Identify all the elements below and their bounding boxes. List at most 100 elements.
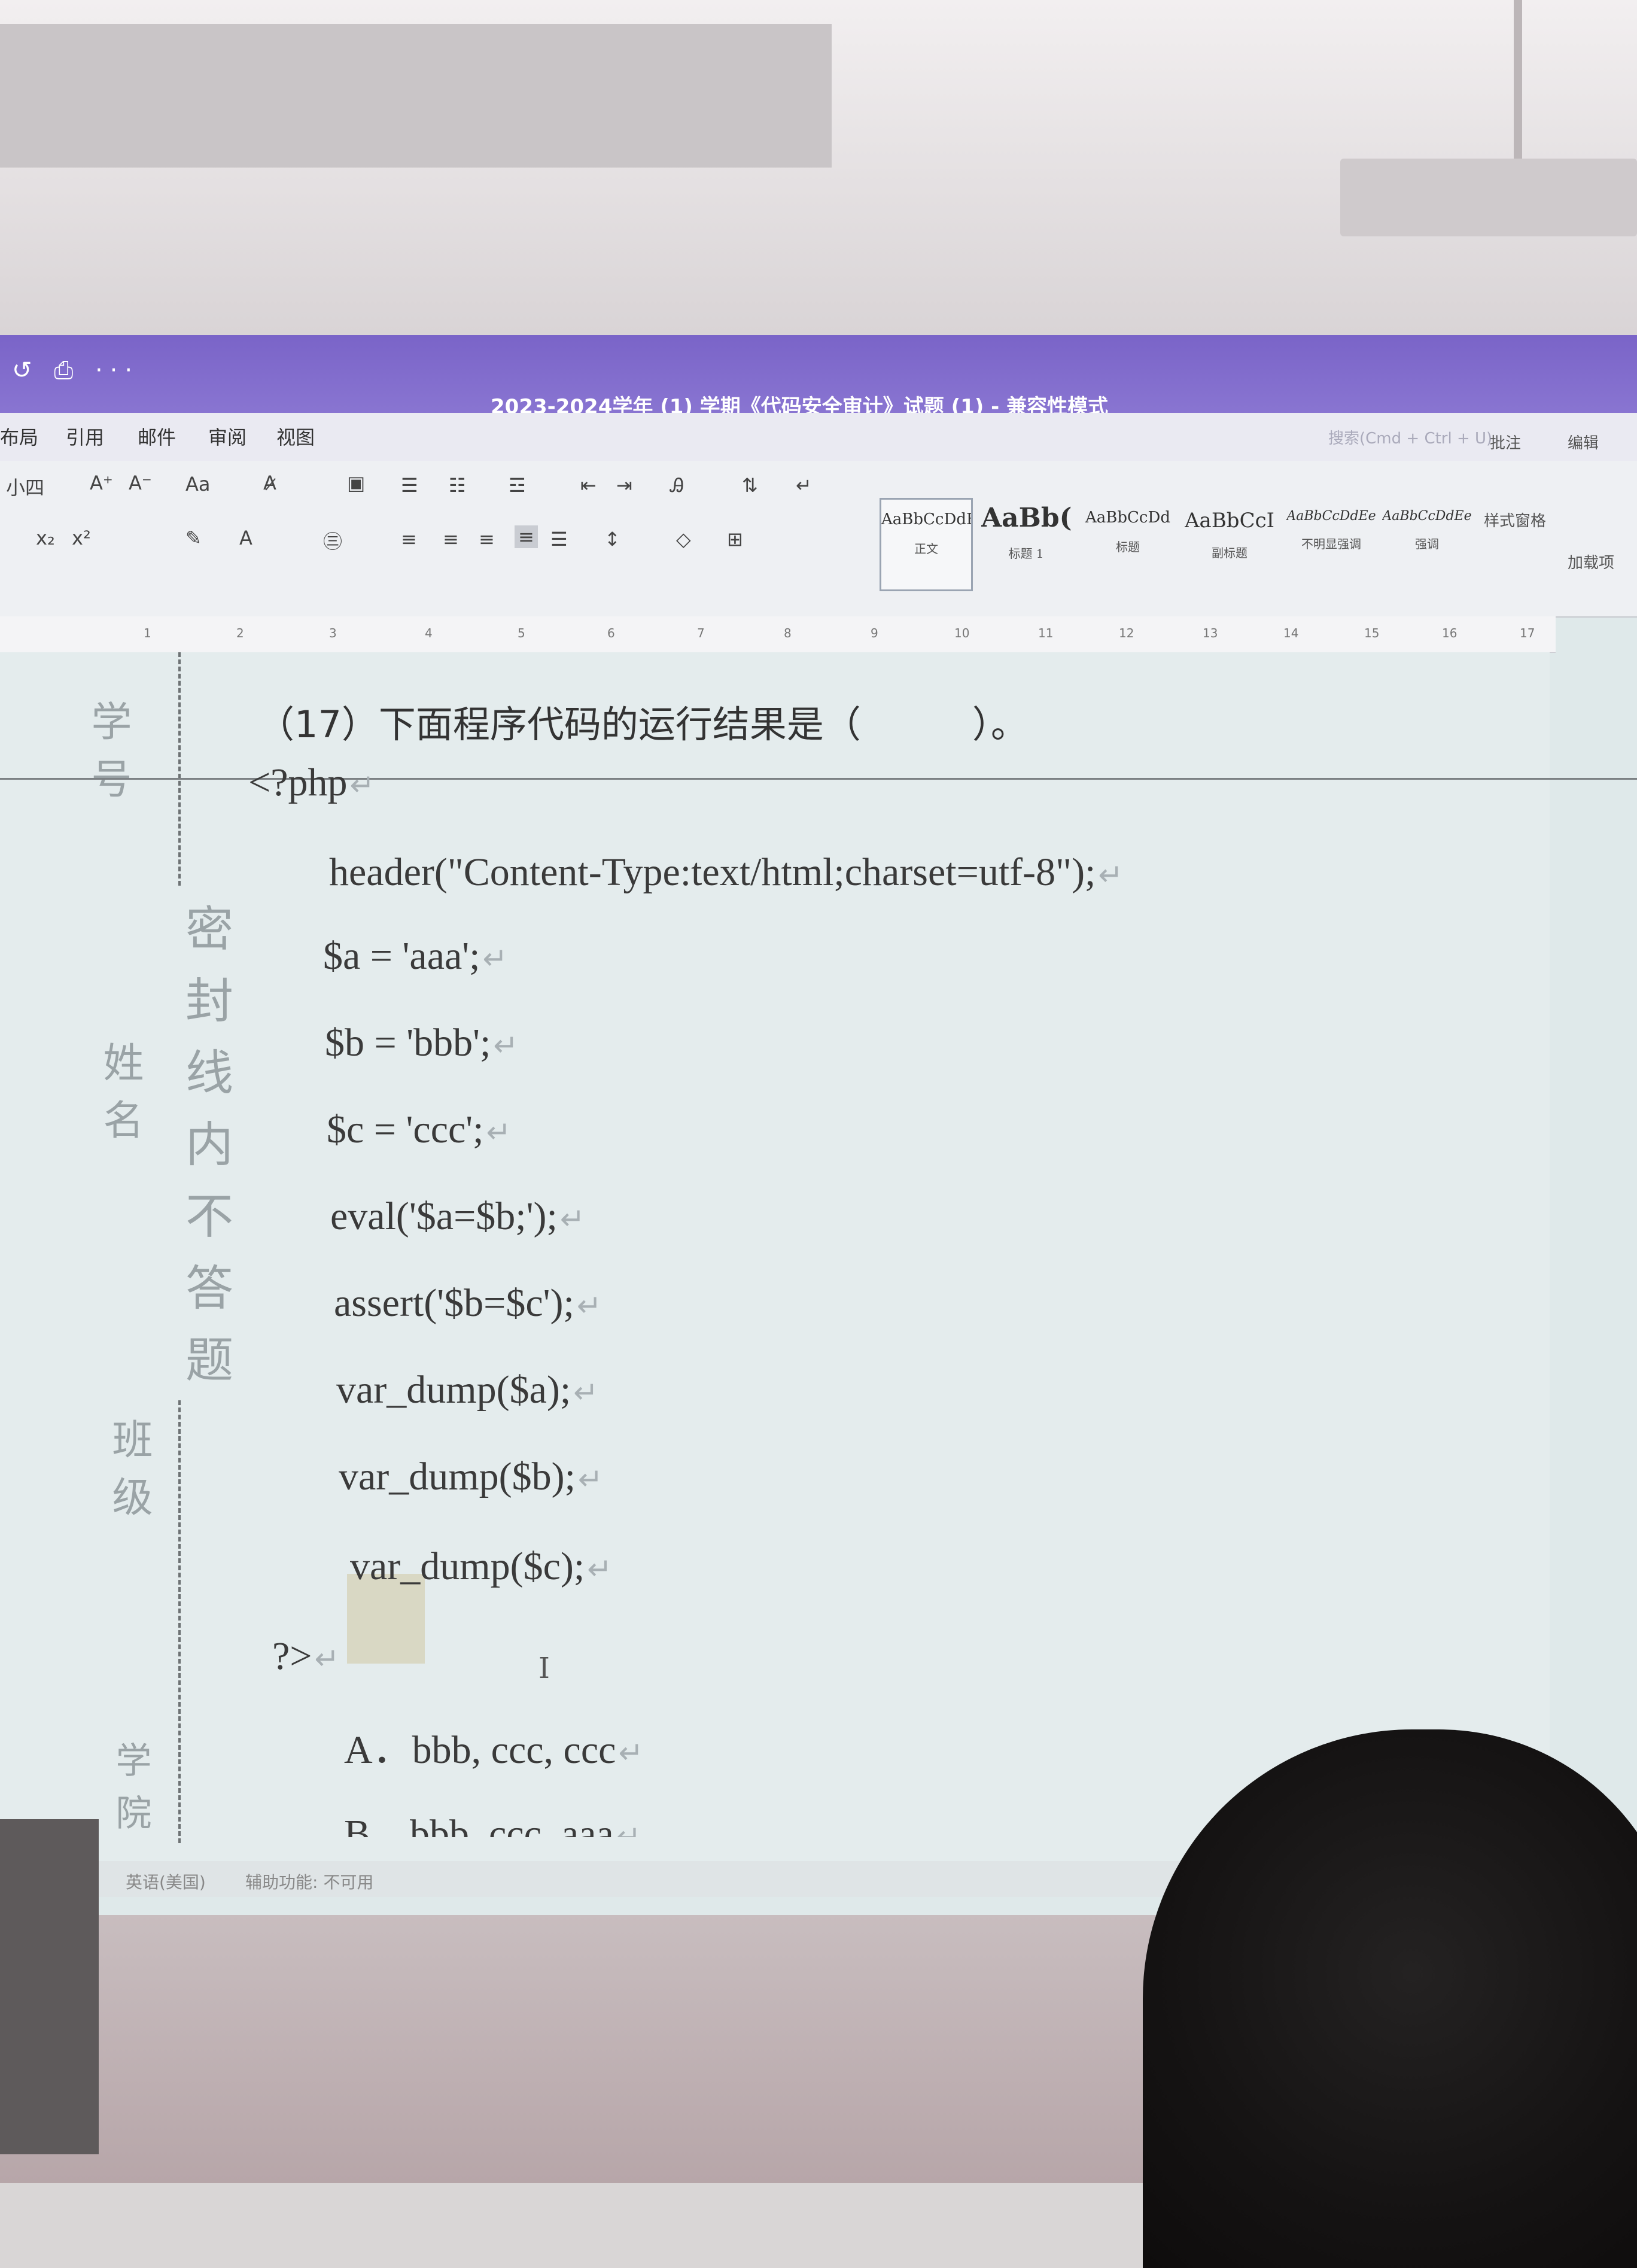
ruler-mark: 14 [1283,626,1299,640]
tab-review[interactable]: 审阅 [208,422,247,450]
comment-button[interactable]: 批注 [1490,431,1521,453]
style-emphasis[interactable]: AaBbCcDdEe 强调 [1382,498,1472,588]
question-block: （17）下面程序代码的运行结果是（ ）。 <?php↵ header("Cont… [239,652,1496,1843]
code-line: var_dump($c);↵ [350,1544,612,1589]
clear-format-icon[interactable]: A̷ [263,472,276,494]
superscript-icon[interactable]: x² [72,527,91,549]
ruler-mark: 10 [954,626,970,640]
style-heading1[interactable]: AaBb( 标题 1 [981,498,1071,588]
paragraph-mark-icon: ↵ [576,1289,602,1323]
code-line: $b = 'bbb';↵ [325,1020,518,1066]
numbering-icon[interactable]: ☷ [449,474,466,497]
ruler-mark: 17 [1520,626,1535,640]
font-color-icon[interactable]: A [239,527,252,549]
style-sample: AaBb( [981,503,1071,533]
style-label: 强调 [1415,537,1439,551]
horizontal-ruler: 1 2 3 4 5 6 7 8 9 10 11 12 13 14 15 16 1… [0,616,1556,653]
shading-icon[interactable]: ◇ [676,528,691,551]
decrease-indent-icon[interactable]: ⇤ [580,474,597,497]
projected-word-window: ↺ ⎙ ··· 2023-2024学年 (1) 学期《代码安全审计》试题 (1)… [0,335,1637,1915]
option-text: A．bbb, ccc, ccc [344,1728,616,1772]
projector [1340,159,1637,236]
ruler-mark: 3 [329,626,337,640]
accessibility-status[interactable]: 辅助功能: 不可用 [245,1869,373,1893]
seal-line-notice: 密封线内不答题 [178,904,233,1406]
style-label: 正文 [914,542,938,556]
code-text: $c = 'ccc'; [327,1108,484,1151]
ruler-mark: 1 [144,626,151,640]
ruler-mark: 8 [784,626,792,640]
borders-icon[interactable]: ⊞ [727,528,743,551]
code-text: var_dump($b); [339,1455,576,1498]
tab-view[interactable]: 视图 [276,422,315,450]
align-left-icon[interactable]: ≡ [401,528,417,551]
line-spacing-icon[interactable]: ↕ [604,528,620,551]
highlight-icon[interactable]: ✎ [185,527,202,549]
font-size-select[interactable]: 小四 [6,473,44,500]
code-text: var_dump($c); [350,1545,585,1588]
style-sample: AaBbCcDdEe [1382,509,1472,524]
language-status[interactable]: 英语(美国) [126,1869,206,1893]
char-border-icon[interactable]: ▣ [347,472,365,494]
gutter-name: 姓名 [96,1041,143,1156]
paragraph-mark-icon: ↵ [493,1029,519,1062]
ribbon-home: 小四 A⁺ A⁻ Aa A̷ ▣ x₂ x² ✎ A ㊂ ☰ ☷ ☲ ⇤ ⇥ Ꭿ… [0,434,1637,618]
justify-icon[interactable]: ≡ [515,525,538,548]
subscript-icon[interactable]: x₂ [36,527,55,549]
sort-icon[interactable]: ⇅ [742,474,758,497]
style-label: 副标题 [1212,546,1247,560]
classroom-door [0,1819,99,2154]
code-line: assert('$b=$c');↵ [334,1281,602,1326]
grow-font-icon[interactable]: A⁺ [90,472,113,494]
tab-references[interactable]: 引用 [66,422,104,450]
document-page[interactable]: 学号 姓名 班级 学院 密封线内不答题 I （17）下面程序代码的运行结果是（ … [0,652,1637,1861]
style-title[interactable]: AaBbCcDd 标题 [1083,498,1173,588]
style-label: 不明显强调 [1301,537,1361,551]
paragraph-mark-icon: ↵ [616,1820,641,1837]
style-sample: AaBbCcDd [1085,509,1170,527]
ruler-mark: 5 [518,626,525,640]
enclose-char-icon[interactable]: ㊂ [323,527,342,554]
paragraph-mark-icon: ↵ [573,1376,599,1409]
style-subtle-emphasis[interactable]: AaBbCcDdEe 不明显强调 [1286,498,1376,588]
code-line: header("Content-Type:text/html;charset=u… [329,850,1123,895]
align-right-icon[interactable]: ≡ [479,528,495,551]
style-subtitle[interactable]: AaBbCcI 副标题 [1185,498,1274,588]
question-prompt: （17）下面程序代码的运行结果是（ ）。 [257,703,1028,746]
style-normal[interactable]: AaBbCcDdEe 正文 [880,498,973,591]
style-sample: AaBbCcDdEe [881,510,971,528]
shrink-font-icon[interactable]: A⁻ [129,472,152,494]
ruler-mark: 9 [871,626,878,640]
tab-mailings[interactable]: 邮件 [138,422,176,450]
asian-layout-icon[interactable]: Ꭿ [670,474,684,497]
edit-button[interactable]: 编辑 [1568,431,1599,453]
styles-pane-button[interactable]: 样式窗格 [1484,509,1546,531]
code-text: ?> [272,1634,312,1678]
paragraph-mark-icon: ↵ [314,1642,340,1676]
addins-button[interactable]: 加载项 [1568,551,1614,573]
show-marks-icon[interactable]: ↵ [796,474,812,497]
ruler-mark: 13 [1203,626,1218,640]
gutter-college: 学院 [109,1741,151,1847]
quick-access-toolbar[interactable]: ↺ ⎙ ··· [12,357,139,384]
bullets-icon[interactable]: ☰ [401,474,418,497]
tab-layout[interactable]: 布局 [0,422,38,450]
code-text: var_dump($a); [336,1368,571,1412]
ceiling-light-fixture [0,24,832,168]
increase-indent-icon[interactable]: ⇥ [616,474,632,497]
ruler-mark: 2 [236,626,244,640]
seal-line [178,652,181,886]
code-line: $c = 'ccc';↵ [327,1107,511,1153]
style-label: 标题 1 [1008,546,1044,561]
distributed-icon[interactable]: ☰ [550,528,568,551]
paragraph-mark-icon: ↵ [587,1552,613,1586]
multilevel-list-icon[interactable]: ☲ [509,474,526,497]
projector-mount [1514,0,1522,162]
ruler-mark: 4 [425,626,433,640]
style-sample: AaBbCcDdEe [1286,509,1376,524]
code-text: $b = 'bbb'; [325,1021,491,1065]
change-case-button[interactable]: Aa [185,473,211,495]
ribbon-tab-bar: 布局 引用 邮件 审阅 视图 搜索(Cmd + Ctrl + U) [0,413,1637,461]
code-text: $a = 'aaa'; [323,934,480,978]
align-center-icon[interactable]: ≡ [443,528,459,551]
